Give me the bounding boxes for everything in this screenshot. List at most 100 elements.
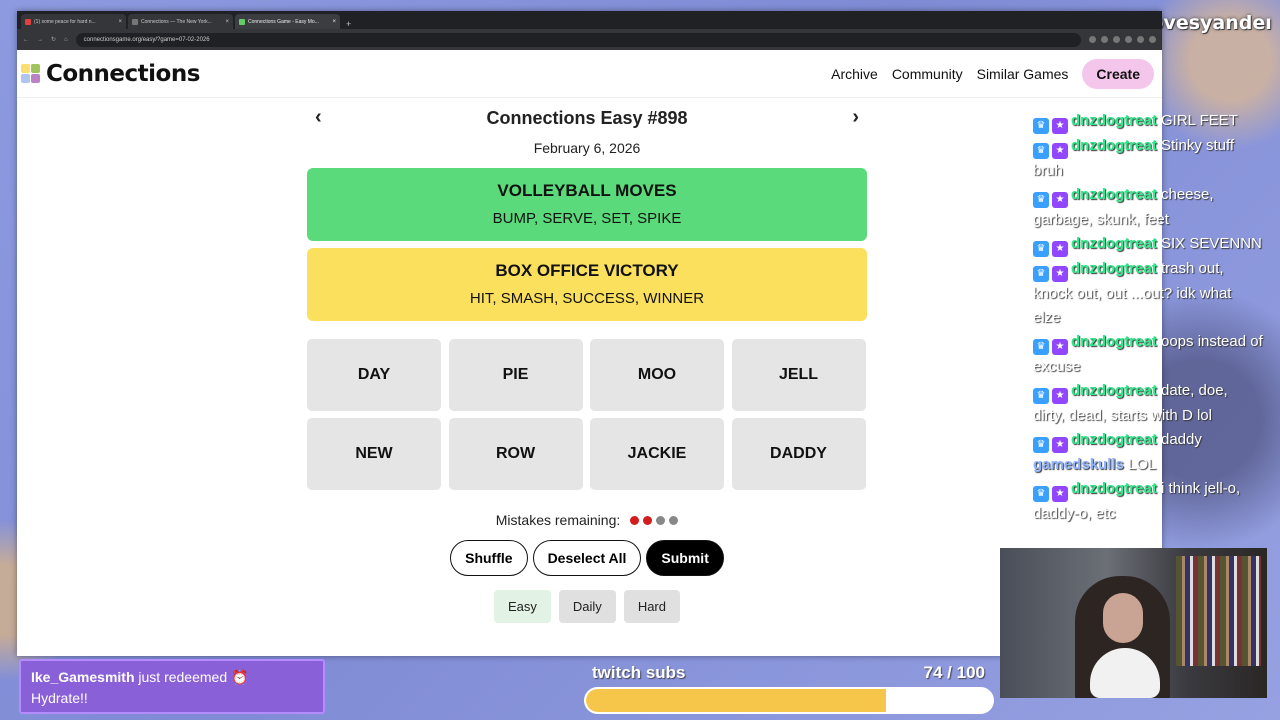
crown-badge-icon: ♛ <box>1033 118 1049 134</box>
chat-username[interactable]: dnzdogtreat <box>1071 431 1161 448</box>
game-board: ‹ Connections Easy #898 › February 6, 20… <box>307 98 867 623</box>
chat-username[interactable]: dnzdogtreat <box>1071 112 1161 129</box>
game-header: ‹ Connections Easy #898 › <box>307 98 867 138</box>
word-tile[interactable]: MOO <box>590 339 724 411</box>
word-tile[interactable]: PIE <box>448 339 583 411</box>
nav-archive[interactable]: Archive <box>831 66 878 82</box>
star-badge-icon: ★ <box>1052 486 1068 502</box>
streamer-face <box>1103 593 1143 643</box>
browser-tab-active[interactable]: Connections Game - Easy Mo... × <box>235 14 340 29</box>
extension-icon[interactable] <box>1101 36 1108 43</box>
solved-category: VOLLEYBALL MOVES <box>497 181 677 200</box>
chat-username[interactable]: dnzdogtreat <box>1071 260 1161 277</box>
chat-username[interactable]: dnzdogtreat <box>1071 480 1161 497</box>
close-tab-icon[interactable]: × <box>118 19 122 25</box>
browser-window: (1) some peace for hard n... × Connection… <box>17 11 1162 656</box>
close-tab-icon[interactable]: × <box>225 19 229 25</box>
mistakes-indicator: Mistakes remaining: <box>307 512 867 528</box>
crown-badge-icon: ♛ <box>1033 241 1049 257</box>
redeem-reward: Hydrate!! <box>31 690 88 706</box>
chat-username[interactable]: dnzdogtreat <box>1071 137 1161 154</box>
chat-text: GIRL FEET <box>1161 112 1238 129</box>
tab-label: Connections Game - Easy Mo... <box>248 18 319 25</box>
site-header: Connections Archive Community Similar Ga… <box>17 50 1162 98</box>
close-tab-icon[interactable]: × <box>332 19 336 25</box>
chat-message: ♛ ★ dnzdogtreat trash out, knock out, out … <box>1033 257 1263 330</box>
nav-community[interactable]: Community <box>892 66 963 82</box>
word-tile[interactable]: DADDY <box>731 418 866 490</box>
star-badge-icon: ★ <box>1052 437 1068 453</box>
site-logo[interactable]: Connections <box>21 61 200 87</box>
chat-username[interactable]: dnzdogtreat <box>1071 382 1161 399</box>
star-badge-icon: ★ <box>1052 143 1068 159</box>
webcam-feed <box>1000 548 1267 698</box>
star-badge-icon: ★ <box>1052 388 1068 404</box>
reload-icon[interactable]: ↻ <box>51 36 56 43</box>
extension-icon[interactable] <box>1137 36 1144 43</box>
previous-puzzle-icon[interactable]: ‹ <box>315 106 322 129</box>
extension-icon[interactable] <box>1149 36 1156 43</box>
back-icon[interactable]: ← <box>23 37 29 43</box>
star-badge-icon: ★ <box>1052 339 1068 355</box>
chat-username[interactable]: dnzdogtreat <box>1071 235 1161 252</box>
new-tab-icon[interactable]: + <box>342 19 355 29</box>
mistake-dot <box>656 516 666 525</box>
mistake-dot <box>630 516 640 525</box>
puzzle-title: Connections Easy #898 <box>486 107 688 128</box>
solved-group: VOLLEYBALL MOVES BUMP, SERVE, SET, SPIKE <box>307 168 867 241</box>
word-tile[interactable]: DAY <box>307 339 441 411</box>
crown-badge-icon: ♛ <box>1033 486 1049 502</box>
star-badge-icon: ★ <box>1052 241 1068 257</box>
mistake-dot <box>669 516 679 525</box>
crown-badge-icon: ♛ <box>1033 192 1049 208</box>
tab-label: (1) some peace for hard n... <box>34 18 96 25</box>
solved-category: BOX OFFICE VICTORY <box>495 261 679 280</box>
browser-tab[interactable]: Connections — The New York... × <box>128 14 233 29</box>
chat-message: ♛ ★ dnzdogtreat GIRL FEET <box>1033 109 1263 134</box>
word-tile[interactable]: JACKIE <box>590 418 724 490</box>
chat-message: ♛ ★ dnzdogtreat SIX SEVENNN <box>1033 232 1263 257</box>
url-field[interactable]: connectionsgame.org/easy/?game=07-02-202… <box>75 32 1081 47</box>
word-tile[interactable]: NEW <box>307 418 441 490</box>
chat-username[interactable]: dnzdogtreat <box>1071 186 1161 203</box>
shuffle-button[interactable]: Shuffle <box>450 540 528 576</box>
chat-message: ♛ ★ dnzdogtreat i think jell-o, daddy-o, e… <box>1033 477 1263 526</box>
nyt-icon <box>132 18 138 25</box>
sub-goal-track <box>584 687 994 714</box>
redeem-icon: ⏰ <box>231 669 249 685</box>
extension-icon[interactable] <box>1113 36 1120 43</box>
chat-username[interactable]: gamedskulls <box>1033 456 1128 473</box>
browser-tab[interactable]: (1) some peace for hard n... × <box>21 14 126 29</box>
word-tile[interactable]: ROW <box>448 418 583 490</box>
tab-label: Connections — The New York... <box>141 18 212 25</box>
redemption-alert: Ike_Gamesmith just redeemed ⏰ Hydrate!! <box>19 659 325 714</box>
star-badge-icon: ★ <box>1052 118 1068 134</box>
redeem-action: just redeemed <box>138 669 228 685</box>
submit-button[interactable]: Submit <box>646 540 724 576</box>
puzzle-date: February 6, 2026 <box>533 140 641 156</box>
mode-daily[interactable]: Daily <box>558 590 616 623</box>
chat-message: ♛ ★ dnzdogtreat oops instead of excuse <box>1033 330 1263 379</box>
crown-badge-icon: ♛ <box>1033 266 1049 282</box>
mode-easy[interactable]: Easy <box>494 590 551 623</box>
next-puzzle-icon[interactable]: › <box>852 106 859 129</box>
word-tile[interactable]: JELL <box>731 339 866 411</box>
create-button[interactable]: Create <box>1082 58 1154 89</box>
chat-message: ♛ ★ dnzdogtreat date, doe, dirty, dead, st… <box>1033 379 1263 428</box>
extension-icon[interactable] <box>1089 36 1096 43</box>
chat-text: LOL <box>1128 456 1157 473</box>
chat-username[interactable]: dnzdogtreat <box>1071 333 1161 350</box>
tab-bar: (1) some peace for hard n... × Connection… <box>17 11 1162 29</box>
deselect-all-button[interactable]: Deselect All <box>532 540 642 576</box>
mode-hard[interactable]: Hard <box>623 590 680 623</box>
logo-text: Connections <box>46 60 200 87</box>
redeemer-name: Ike_Gamesmith <box>31 669 135 685</box>
word-grid: DAY PIE MOO JELL NEW ROW JACKIE DADDY <box>307 339 867 490</box>
extension-icon[interactable] <box>1125 36 1132 43</box>
home-icon[interactable]: ⌂ <box>64 37 68 43</box>
chat-text: daddy <box>1161 431 1202 448</box>
crown-badge-icon: ♛ <box>1033 437 1049 453</box>
nav-similar-games[interactable]: Similar Games <box>977 66 1069 82</box>
forward-icon[interactable]: → <box>37 37 43 43</box>
chat-message: ♛ ★ dnzdogtreat daddy <box>1033 428 1263 453</box>
